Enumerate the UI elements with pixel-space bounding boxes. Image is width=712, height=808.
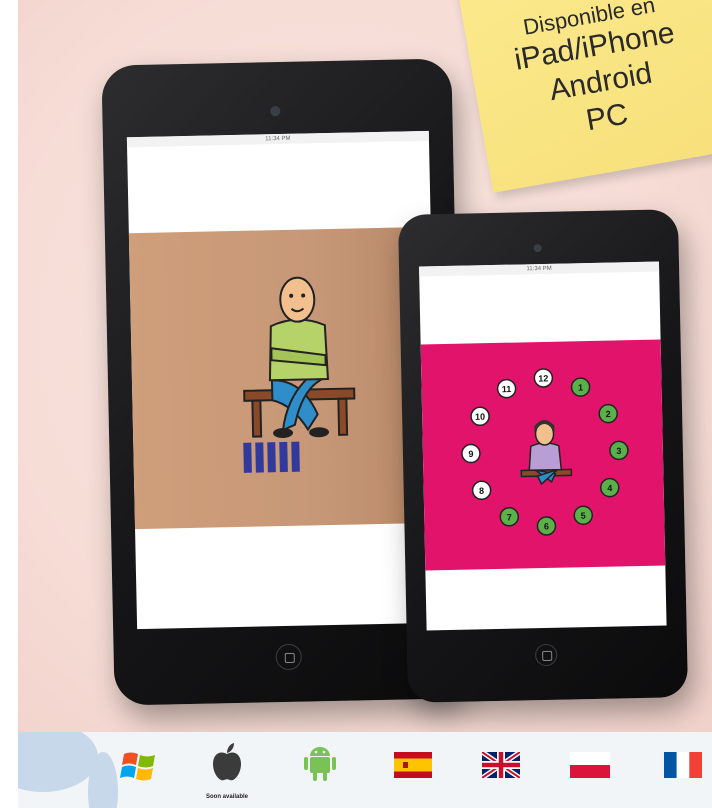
status-bar: 11:34 PM: [419, 261, 660, 277]
home-button[interactable]: [534, 643, 558, 667]
clock-number: 1: [578, 383, 583, 393]
clock-number: 4: [607, 483, 612, 493]
availability-note: Disponible en iPad/iPhone Android PC: [456, 0, 712, 193]
camera-icon: [533, 243, 542, 253]
clock-number: 11: [502, 384, 512, 394]
flag-france-icon[interactable]: [664, 752, 702, 783]
turn-clock-pictogram: 121234567891011: [461, 368, 629, 536]
clock-number: 2: [606, 409, 611, 419]
apple-soon-caption: Soon available: [206, 794, 249, 800]
windows-logo-icon[interactable]: [120, 750, 158, 789]
poster-background: 11:34 PM 11:34 PM 12 1 2 3 4 5 6 7 8 9 1…: [18, 0, 712, 732]
clock-number: 10: [475, 412, 485, 422]
android-logo-icon[interactable]: [302, 744, 338, 787]
apple-logo-icon[interactable]: [210, 742, 244, 787]
turn-bars: [243, 441, 300, 473]
tablet-small: 11:34 PM 12 1 2 3 4 5 6 7 8 9 10 11: [397, 209, 689, 703]
home-button[interactable]: [275, 643, 303, 671]
sitting-person-pictogram: [243, 276, 356, 473]
tablet-small-screen: 11:34 PM 12 1 2 3 4 5 6 7 8 9 10 11: [419, 261, 667, 631]
activity-scene[interactable]: 12 1 2 3 4 5 6 7 8 9 10 11: [420, 339, 666, 571]
platform-language-bar: Soon available: [18, 732, 712, 808]
clock-number: 7: [507, 512, 512, 522]
flag-uk-icon[interactable]: [480, 749, 522, 783]
status-time: 11:34 PM: [526, 265, 552, 273]
clock-number: 3: [616, 446, 621, 456]
camera-icon: [270, 105, 281, 117]
clock-number: 8: [479, 486, 484, 496]
status-time: 11:34 PM: [265, 135, 291, 143]
clock-number: 6: [544, 521, 549, 531]
clock-number: 12: [538, 373, 548, 383]
flag-spain-icon[interactable]: [394, 752, 432, 783]
tablet-large-screen: 11:34 PM: [126, 130, 440, 630]
status-bar: 11:34 PM: [126, 130, 429, 148]
clock-number: 5: [581, 511, 586, 521]
clock-number: 9: [468, 449, 473, 459]
flag-poland-icon[interactable]: [570, 752, 610, 783]
activity-scene[interactable]: [128, 226, 437, 530]
